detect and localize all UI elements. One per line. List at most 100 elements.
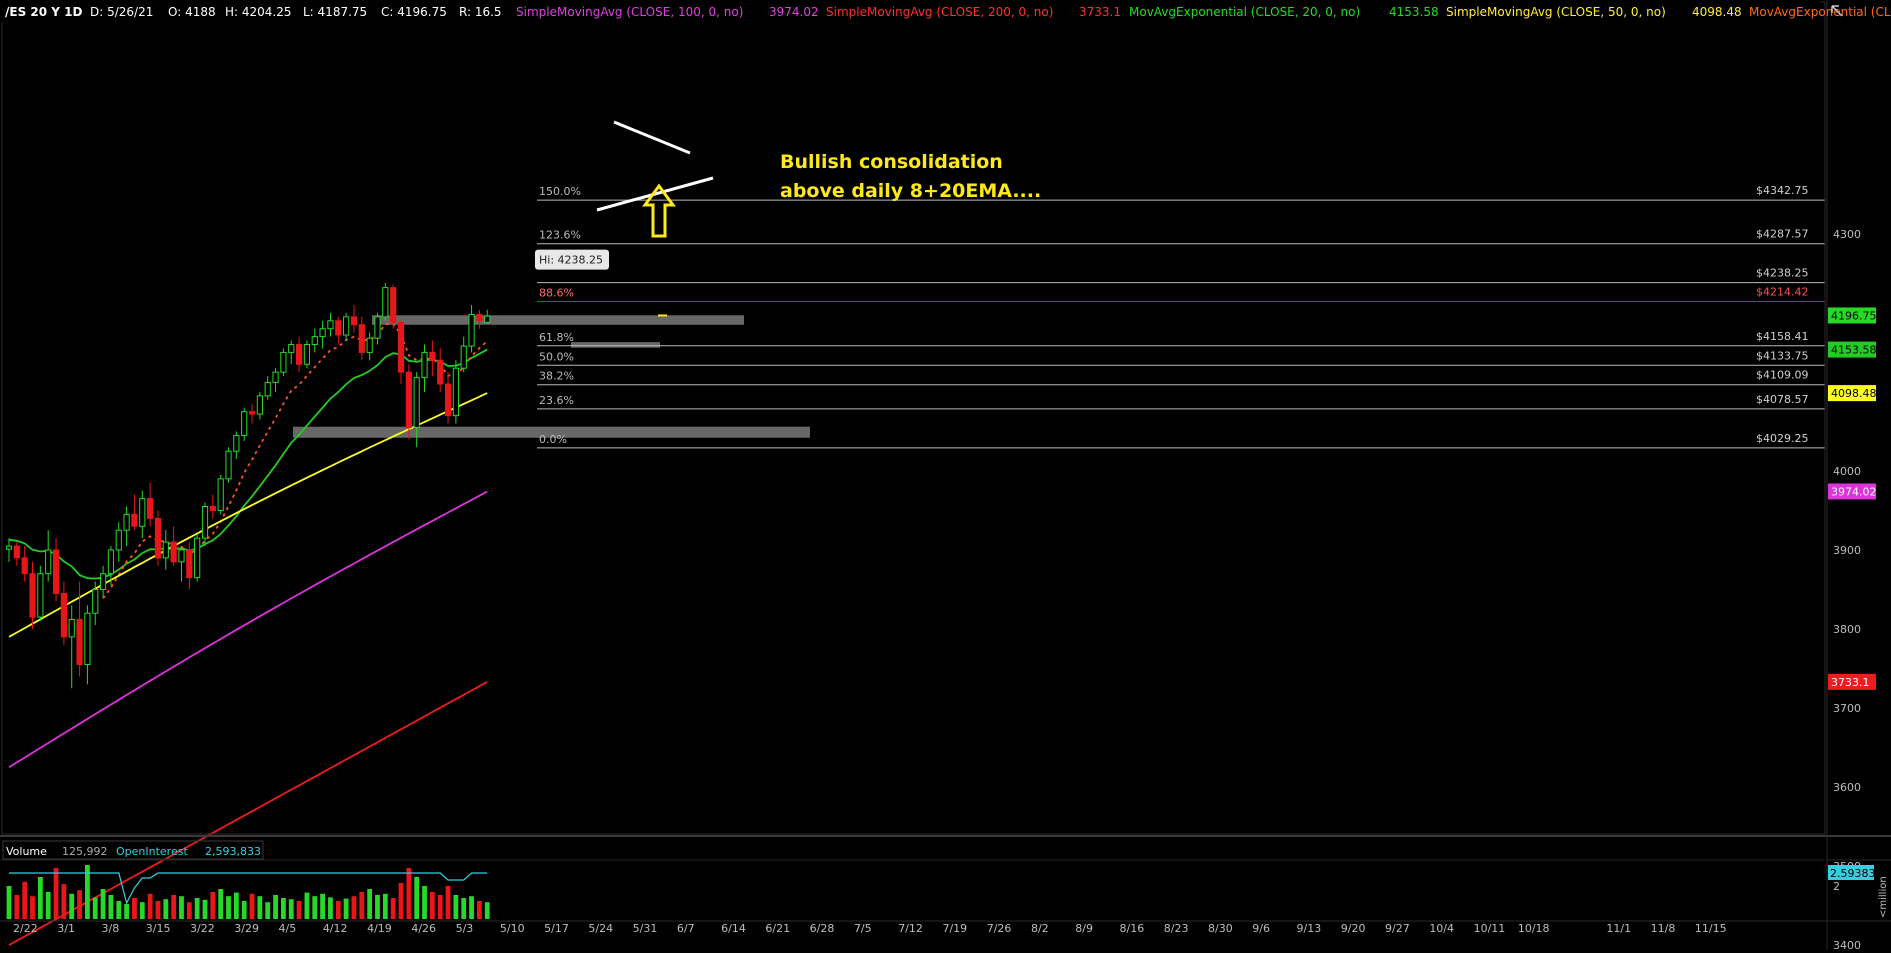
candle-body[interactable]	[484, 315, 491, 323]
price-tick-label: 3900	[1833, 544, 1861, 557]
volume-bar	[233, 892, 239, 919]
candle-body[interactable]	[264, 381, 271, 397]
candle-body[interactable]	[303, 344, 311, 365]
candle-body[interactable]	[170, 541, 177, 563]
price-tag-value: 4098.48	[1831, 387, 1877, 400]
candle-body[interactable]	[84, 612, 91, 666]
candle-body[interactable]	[178, 549, 185, 563]
volume-label: Volume	[6, 845, 47, 858]
candle-body[interactable]	[45, 549, 52, 575]
candle-body[interactable]	[131, 513, 138, 527]
volume-bar	[390, 898, 396, 919]
ohlc-value: R: 16.5	[459, 5, 502, 19]
candle-body[interactable]	[397, 321, 405, 373]
candle-body[interactable]	[241, 411, 248, 436]
candle-body[interactable]	[21, 557, 28, 575]
volume-bar	[155, 901, 161, 919]
price-tick-label: 3600	[1833, 781, 1861, 794]
fib-price-label: $4029.25	[1756, 432, 1809, 445]
candle-body[interactable]	[115, 529, 122, 551]
candle-body[interactable]	[99, 573, 107, 590]
study-label: MovAvgExponential (CLOSE, 20, 0, no)	[1129, 5, 1360, 19]
candle-body[interactable]	[201, 505, 209, 539]
candle-body[interactable]	[123, 513, 130, 531]
candle-body[interactable]	[429, 351, 436, 361]
candle-body[interactable]	[107, 549, 115, 575]
volume-axis-unit: <million	[1878, 876, 1889, 918]
candle-body[interactable]	[60, 592, 67, 638]
candle-body[interactable]	[225, 450, 232, 480]
candle-body[interactable]	[405, 371, 412, 428]
candle-body[interactable]	[68, 618, 75, 638]
candle-body[interactable]	[13, 545, 20, 559]
date-tick-label: 7/19	[942, 922, 967, 935]
candle-body[interactable]	[233, 434, 240, 452]
candle-body[interactable]	[452, 367, 459, 417]
candle-body[interactable]	[374, 316, 381, 339]
candle-body[interactable]	[366, 337, 373, 353]
volume-bar	[100, 889, 106, 919]
candle-body[interactable]	[209, 505, 216, 511]
volume-bar	[351, 896, 357, 919]
fib-pct-label: 38.2%	[539, 370, 574, 383]
volume-bar	[328, 897, 333, 919]
candle-body[interactable]	[139, 498, 146, 527]
fib-price-label: $4078.57	[1756, 393, 1809, 406]
fib-pct-label: 123.6%	[539, 229, 581, 242]
chart-window[interactable]: 150.0% $4342.75 123.6% $4287.57 $4238.25 88.6…	[0, 0, 1891, 952]
candle-body[interactable]	[413, 377, 420, 428]
volume-bar	[343, 898, 349, 919]
candle-body[interactable]	[350, 316, 358, 326]
candle-body[interactable]	[147, 498, 154, 519]
volume-bar	[202, 899, 208, 919]
candle-body[interactable]	[343, 316, 350, 336]
candle-body[interactable]	[162, 541, 169, 559]
candle-body[interactable]	[37, 573, 44, 618]
volume-bar	[257, 896, 263, 919]
candle-body[interactable]	[319, 328, 326, 338]
date-tick-label: 6/7	[677, 922, 695, 935]
candle-body[interactable]	[382, 287, 389, 318]
candle-body[interactable]	[460, 345, 467, 369]
candle-body[interactable]	[295, 344, 303, 365]
candle-body[interactable]	[358, 324, 365, 353]
candle-body[interactable]	[29, 573, 36, 618]
candle-body[interactable]	[256, 395, 263, 415]
candle-body[interactable]	[194, 537, 201, 579]
volume-bar	[45, 892, 51, 919]
volume-bar	[320, 893, 325, 919]
candle-body[interactable]	[288, 344, 295, 353]
candle-body[interactable]	[476, 313, 483, 322]
candle-body[interactable]	[217, 478, 224, 511]
candle-body[interactable]	[390, 287, 397, 323]
date-tick-label: 8/30	[1208, 922, 1233, 935]
candle-body[interactable]	[468, 313, 475, 347]
candle-body[interactable]	[186, 549, 193, 579]
fib-pct-label: 23.6%	[539, 394, 574, 407]
candle-body[interactable]	[280, 351, 287, 373]
volume-bar	[108, 895, 114, 919]
volume-bar	[179, 896, 184, 919]
candle-body[interactable]	[444, 383, 452, 417]
candle-body[interactable]	[335, 320, 342, 336]
candle-body[interactable]	[248, 411, 256, 415]
candle-body[interactable]	[311, 336, 318, 346]
candle-body[interactable]	[327, 320, 334, 330]
candle-body[interactable]	[154, 517, 162, 559]
open-interest-label: OpenInterest	[116, 845, 188, 858]
ohlc-value: C: 4196.75	[381, 5, 447, 19]
candle-body[interactable]	[5, 545, 13, 550]
price-tag-value: 3974.02	[1831, 485, 1877, 498]
minor-zone[interactable]	[571, 342, 660, 348]
resistance-zone[interactable]	[372, 315, 744, 325]
candle-body[interactable]	[92, 588, 99, 614]
price-chart[interactable]: 150.0% $4342.75 123.6% $4287.57 $4238.25 88.6…	[0, 0, 1891, 952]
candle-body[interactable]	[421, 351, 428, 379]
candle-body[interactable]	[76, 618, 83, 666]
volume-bar	[477, 901, 482, 919]
candle-body[interactable]	[437, 359, 444, 385]
study-value: 4098.48	[1692, 5, 1742, 19]
candle-body[interactable]	[272, 371, 279, 383]
study-value: 4153.58	[1389, 5, 1439, 19]
candle-body[interactable]	[52, 549, 60, 594]
